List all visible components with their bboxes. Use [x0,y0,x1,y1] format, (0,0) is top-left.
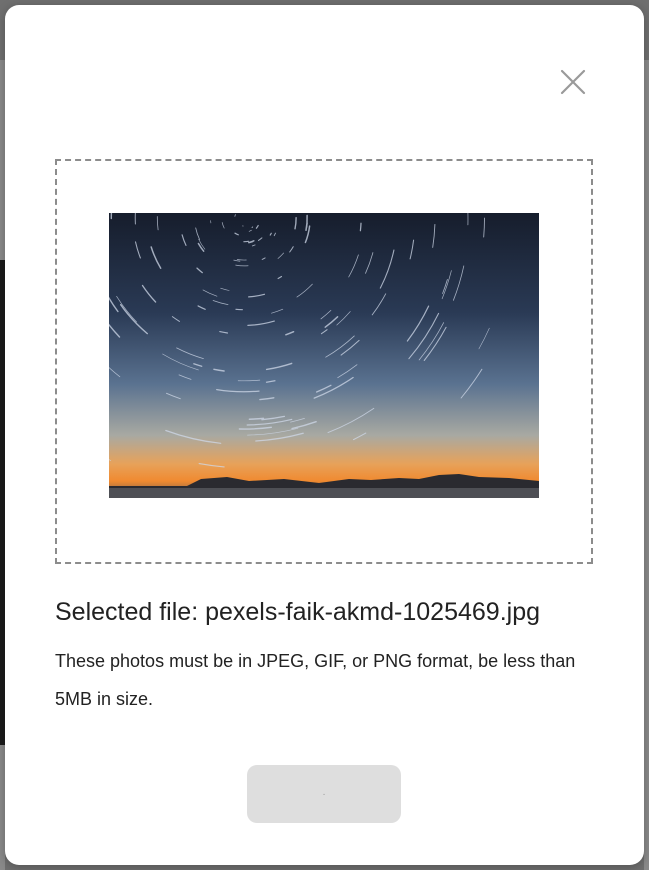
image-dropzone[interactable] [55,159,593,564]
image-preview [109,213,539,498]
star-trail [234,214,236,217]
upload-submit-button[interactable]: · [247,765,401,823]
file-requirements-hint: These photos must be in JPEG, GIF, or PN… [55,651,576,709]
close-button[interactable] [558,67,588,97]
star-trail [251,226,254,228]
star-trail [359,222,362,232]
selected-file-label: Selected file: pexels-faik-akmd-1025469.… [55,598,540,626]
close-icon [560,69,586,95]
background-page-strip [644,60,649,870]
upload-photo-modal: Selected file: pexels-faik-akmd-1025469.… [5,5,644,865]
star-trail [248,417,265,420]
